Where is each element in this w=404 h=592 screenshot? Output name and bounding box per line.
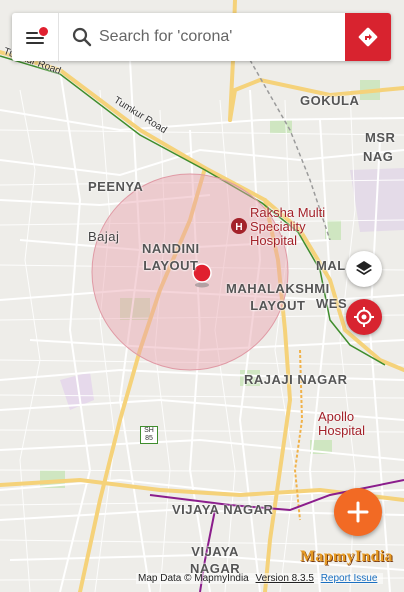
poi-label-line: Raksha Multi <box>250 205 326 220</box>
poi-raksha-hospital[interactable]: Raksha Multi Speciality Hospital <box>250 206 325 248</box>
map-footer: Map Data © MapmyIndia Version 8.3.5 Repo… <box>136 573 384 584</box>
locality-mal-partial: MAL <box>316 258 346 273</box>
shield-line: 85 <box>145 435 153 442</box>
locality-label-line: NANDINI <box>142 241 200 256</box>
search-icon <box>65 27 99 47</box>
menu-icon <box>26 42 44 44</box>
locality-label-line: LAYOUT <box>143 258 199 273</box>
locality-nag: NAG <box>363 149 394 164</box>
highway-shield-sh85: SH 85 <box>140 426 158 444</box>
locality-label-line: LAYOUT <box>250 298 306 313</box>
svg-text:H: H <box>235 222 242 233</box>
locality-rajaji-nagar: RAJAJI NAGAR <box>244 372 348 387</box>
menu-button[interactable] <box>12 13 59 61</box>
crosshair-icon <box>354 307 374 327</box>
map-data-credit: Map Data © MapmyIndia <box>138 573 249 584</box>
plus-icon <box>347 501 369 523</box>
layers-button[interactable] <box>346 251 382 287</box>
locality-peenya: PEENYA <box>88 179 144 194</box>
menu-icon <box>26 37 44 39</box>
poi-label-line: Hospital <box>250 233 297 248</box>
add-button[interactable] <box>334 488 382 536</box>
hospital-icon[interactable]: H <box>231 218 247 234</box>
place-bajaj: Bajaj <box>88 229 120 244</box>
layers-icon <box>356 261 372 275</box>
search-bar <box>12 13 391 61</box>
mapmyindia-logo: MapmyIndia <box>300 548 393 565</box>
directions-icon <box>358 27 378 47</box>
locality-gokula: GOKULA <box>300 93 360 108</box>
locality-nandini-layout: NANDINI LAYOUT <box>142 240 200 274</box>
locality-wes-partial: WES <box>316 296 348 311</box>
version-text: Version 8.3.5 <box>255 573 314 584</box>
shield-line: SH <box>144 427 154 434</box>
locality-vijaya-nagar-2: VIJAYA NAGAR <box>190 543 240 577</box>
search-input[interactable] <box>99 14 345 60</box>
poi-apollo-hospital[interactable]: Apollo Hospital <box>318 410 404 438</box>
notification-dot <box>38 26 49 37</box>
menu-icon <box>26 32 38 34</box>
report-issue-link[interactable]: Report Issue <box>321 573 378 584</box>
locality-mahalakshmi-layout: MAHALAKSHMI LAYOUT <box>226 280 330 314</box>
locate-me-button[interactable] <box>346 299 382 335</box>
locality-label-line: MAHALAKSHMI <box>226 281 330 296</box>
poi-label-line: Speciality <box>250 219 306 234</box>
locality-vijaya-nagar: VIJAYA NAGAR <box>172 502 274 517</box>
directions-button[interactable] <box>345 13 391 61</box>
locality-msr: MSR <box>365 130 396 145</box>
locality-label-line: VIJAYA <box>191 544 239 559</box>
